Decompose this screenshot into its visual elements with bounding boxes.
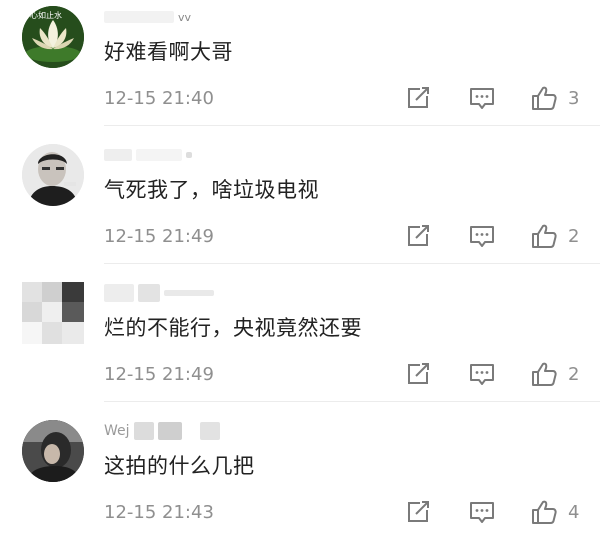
username[interactable] [104,146,192,164]
avatar[interactable] [22,144,84,206]
divider [104,401,600,402]
share-icon[interactable] [404,222,432,250]
username-text: vv [178,10,192,24]
comment-icon[interactable] [468,360,496,388]
comment-text: 这拍的什么几把 [104,454,255,478]
comment-item: 气死我了，啥垃圾电视 12-15 21:49 2 [0,138,600,276]
thumbs-up-icon [532,86,557,110]
username[interactable] [104,284,214,302]
comment-icon[interactable] [468,222,496,250]
thumbs-up-icon [532,224,557,248]
divider [104,263,600,264]
like-button[interactable]: 2 [530,222,588,250]
comment-time: 12-15 21:43 [104,502,214,523]
comment-item: 心如止水 vv 好难看啊大哥 12-15 21:40 3 [0,0,600,138]
divider [104,125,600,126]
comment-text: 好难看啊大哥 [104,40,233,64]
like-count: 3 [568,88,580,109]
like-button[interactable]: 2 [530,360,588,388]
like-button[interactable]: 3 [530,84,588,112]
avatar-label: 心如止水 [30,11,62,20]
share-icon[interactable] [404,498,432,526]
username-text: Wej [104,423,130,439]
avatar[interactable] [22,420,84,482]
comment-time: 12-15 21:49 [104,364,214,385]
comment-text: 气死我了，啥垃圾电视 [104,178,319,202]
comment-time: 12-15 21:40 [104,88,214,109]
share-icon[interactable] [404,84,432,112]
comment-item: Wej 这拍的什么几把 12-15 21:43 4 [0,414,600,552]
like-button[interactable]: 4 [530,498,588,526]
thumbs-up-icon [532,500,557,524]
comment-icon[interactable] [468,84,496,112]
comment-text: 烂的不能行，央视竟然还要 [104,316,362,340]
avatar[interactable]: 心如止水 [22,6,84,68]
like-count: 2 [568,364,580,385]
thumbs-up-icon [532,362,557,386]
username[interactable]: Wej [104,422,220,440]
comment-item: 烂的不能行，央视竟然还要 12-15 21:49 2 [0,276,600,414]
like-count: 2 [568,226,580,247]
username[interactable]: vv [104,8,191,26]
avatar[interactable] [22,282,84,344]
share-icon[interactable] [404,360,432,388]
like-count: 4 [568,502,580,523]
comment-time: 12-15 21:49 [104,226,214,247]
comment-icon[interactable] [468,498,496,526]
